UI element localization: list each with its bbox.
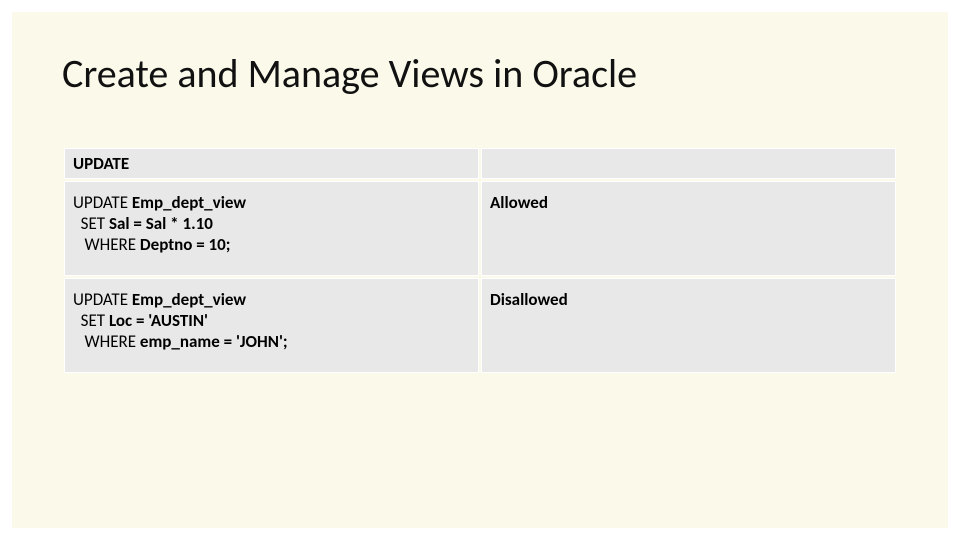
sql-text: Loc = 'AUSTIN' <box>109 310 208 331</box>
sql-keyword: WHERE <box>73 234 140 255</box>
sql-keyword: SET <box>73 213 109 234</box>
sql-keyword: SET <box>73 310 109 331</box>
sql-text: Emp_dept_view <box>132 192 246 213</box>
table-header-blank <box>481 148 896 179</box>
slide: Create and Manage Views in Oracle UPDATE… <box>0 0 960 540</box>
sql-text: Sal = Sal * 1.10 <box>109 213 213 234</box>
status-cell: Disallowed <box>481 278 896 373</box>
sql-keyword: WHERE <box>73 331 140 352</box>
sql-cell: UPDATE Emp_dept_view SET Sal = Sal * 1.1… <box>64 181 479 276</box>
status-cell: Allowed <box>481 181 896 276</box>
update-table: UPDATE UPDATE Emp_dept_view SET Sal = Sa… <box>62 146 898 375</box>
sql-text: emp_name = 'JOHN'; <box>140 331 288 352</box>
table-row: UPDATE Emp_dept_view SET Sal = Sal * 1.1… <box>64 181 896 276</box>
sql-cell: UPDATE Emp_dept_view SET Loc = 'AUSTIN' … <box>64 278 479 373</box>
sql-keyword: UPDATE <box>73 289 132 310</box>
table-header-update: UPDATE <box>64 148 479 179</box>
table-row: UPDATE Emp_dept_view SET Loc = 'AUSTIN' … <box>64 278 896 373</box>
sql-keyword: UPDATE <box>73 192 132 213</box>
table-header-row: UPDATE <box>64 148 896 179</box>
sql-text: Deptno = 10; <box>140 234 231 255</box>
page-title: Create and Manage Views in Oracle <box>62 52 898 96</box>
sql-text: Emp_dept_view <box>132 289 246 310</box>
